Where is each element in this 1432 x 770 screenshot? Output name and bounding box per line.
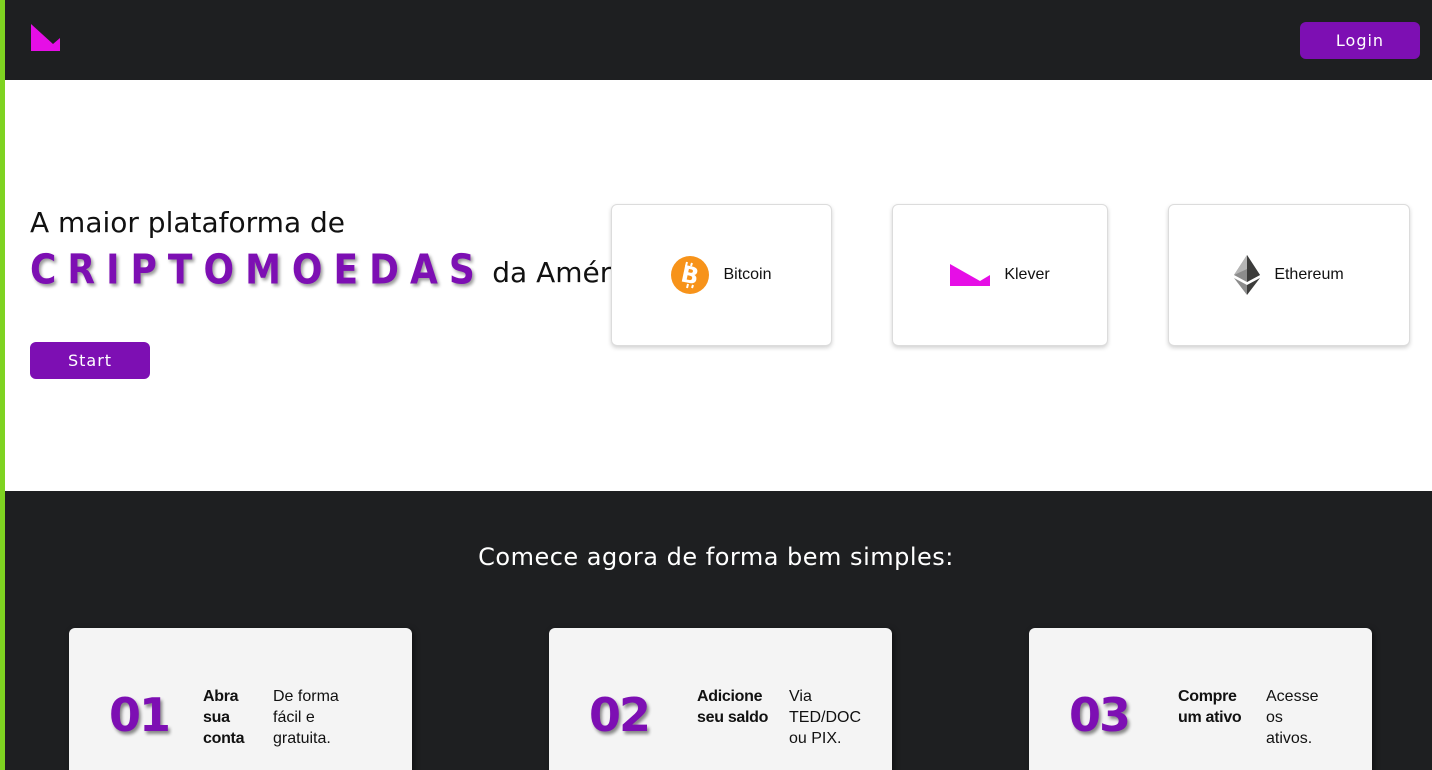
steps-title: Comece agora de forma bem simples: [478, 543, 954, 571]
step-number: 02 [589, 688, 651, 742]
steps-section: Comece agora de forma bem simples: 01 Ab… [0, 491, 1432, 770]
hero-highlight: CRIPTOMOEDAS [30, 246, 486, 295]
step-description: Via TED/DOC ou PIX. [789, 688, 861, 747]
step-title: Abra sua conta [203, 688, 245, 747]
hero-section: A maior plataforma de CRIPTOMOEDAS da Am… [0, 80, 1432, 491]
coin-card-bitcoin[interactable]: B Bitcoin [611, 204, 832, 346]
coin-label-klever: Klever [1004, 266, 1050, 283]
top-header: Login [0, 0, 1432, 80]
left-accent-bar [0, 0, 5, 770]
klever-logo-icon[interactable] [31, 24, 60, 51]
coin-label-bitcoin: Bitcoin [723, 266, 772, 283]
coin-card-ethereum[interactable]: Ethereum [1168, 204, 1410, 346]
login-button[interactable]: Login [1300, 22, 1420, 59]
step-description: De forma fácil e gratuita. [273, 688, 339, 747]
step-card-3: 03 Compre um ativo Acesse os ativos. [1029, 628, 1372, 770]
ethereum-icon [1234, 255, 1261, 295]
step-card-2: 02 Adicione seu saldo Via TED/DOC ou PIX… [549, 628, 892, 770]
step-title: Compre um ativo [1178, 688, 1242, 726]
klever-icon [950, 264, 991, 286]
step-card-1: 01 Abra sua conta De forma fácil e gratu… [69, 628, 412, 770]
step-description: Acesse os ativos. [1266, 688, 1319, 747]
step-number: 01 [109, 688, 171, 742]
step-number: 03 [1069, 688, 1131, 742]
coin-label-ethereum: Ethereum [1274, 266, 1344, 283]
hero-title-line2: CRIPTOMOEDAS da América! [30, 246, 663, 295]
hero-title-line1: A maior plataforma de [30, 206, 345, 239]
step-title: Adicione seu saldo [697, 688, 769, 726]
start-button[interactable]: Start [30, 342, 150, 379]
bitcoin-icon: B [671, 256, 710, 294]
coin-card-klever[interactable]: Klever [892, 204, 1108, 346]
